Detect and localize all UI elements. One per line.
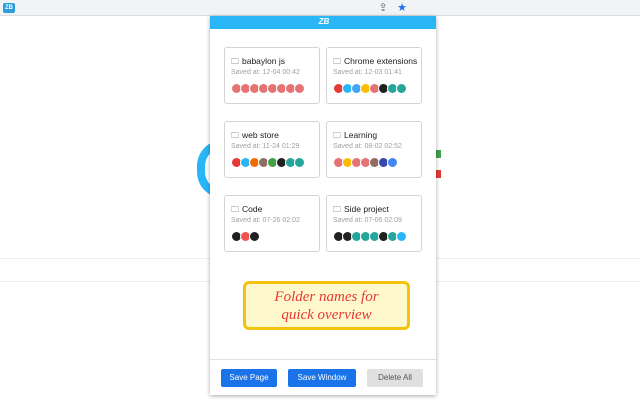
folder-saved-time: Saved at: 11-24 01:29: [231, 143, 300, 150]
folder-icon: 🗀: [231, 57, 239, 66]
popup-header: ZB: [210, 16, 436, 29]
folder-icon: 🗀: [231, 205, 239, 214]
folder-icon: 🗀: [333, 131, 341, 140]
favicon-icon: [294, 83, 305, 94]
folder-name: Chrome extensions: [344, 56, 418, 66]
folder-favicons: [231, 83, 305, 95]
extension-logo-icon: ZB: [3, 3, 15, 13]
bookmark-star-icon[interactable]: ★: [395, 1, 409, 15]
folder-name: Code: [242, 204, 263, 214]
browser-toolbar: ⇪ ★ ZB: [0, 0, 640, 16]
folder-icon: 🗀: [231, 131, 239, 140]
folder-favicons: [333, 83, 407, 95]
favicon-icon: [294, 157, 305, 168]
screen: ⇪ ★ ZB ZB 🗀 babaylon js Saved at: 12-04 0…: [0, 0, 640, 400]
save-window-button[interactable]: Save Window: [288, 369, 356, 387]
folder-card-web-store[interactable]: 🗀 web store Saved at: 11-24 01:29: [224, 121, 320, 178]
google-favicon-icon: [387, 157, 398, 168]
folder-saved-time: Saved at: 07-26 02:02: [231, 217, 300, 224]
favicon-icon: [249, 231, 260, 242]
folder-favicons: [231, 157, 305, 169]
folder-saved-time: Saved at: 08-02 02:52: [333, 143, 402, 150]
favicon-icon: [396, 83, 407, 94]
folder-name: Side project: [344, 204, 389, 214]
folder-icon: 🗀: [333, 57, 341, 66]
folder-name: web store: [242, 130, 279, 140]
save-page-button[interactable]: Save Page: [221, 369, 277, 387]
extension-popup: ZB 🗀 babaylon js Saved at: 12-04 00:42 🗀 C…: [210, 16, 436, 395]
background-page-graphic: [436, 170, 441, 178]
folder-saved-time: Saved at: 12-04 00:42: [231, 69, 300, 76]
annotation-callout: Folder names for quick overview: [243, 281, 410, 330]
zb-favicon-icon: [396, 231, 407, 242]
folder-saved-time: Saved at: 12-03 01:41: [333, 69, 402, 76]
callout-text-line-2: quick overview: [281, 307, 372, 323]
popup-logo: ZB: [318, 17, 330, 26]
delete-all-button[interactable]: Delete All: [367, 369, 423, 387]
callout-text-line-1: Folder names for: [274, 289, 379, 305]
folder-name: babaylon js: [242, 56, 286, 66]
folder-favicons: [333, 231, 407, 243]
folder-card-learning[interactable]: 🗀 Learning Saved at: 08-02 02:52: [326, 121, 422, 178]
folder-favicons: [231, 231, 260, 243]
folder-card-babaylon-js[interactable]: 🗀 babaylon js Saved at: 12-04 00:42: [224, 47, 320, 104]
folder-name: Learning: [344, 130, 378, 140]
background-page-graphic: [436, 150, 441, 158]
folder-card-chrome-extensions[interactable]: 🗀 Chrome extensions Saved at: 12-03 01:41: [326, 47, 422, 104]
folder-icon: 🗀: [333, 205, 341, 214]
folder-favicons: [333, 157, 398, 169]
folder-card-code[interactable]: 🗀 Code Saved at: 07-26 02:02: [224, 195, 320, 252]
share-icon[interactable]: ⇪: [376, 1, 390, 15]
folder-card-side-project[interactable]: 🗀 Side project Saved at: 07-06 02:09: [326, 195, 422, 252]
popup-footer: Save Page Save Window Delete All: [210, 359, 436, 395]
folder-saved-time: Saved at: 07-06 02:09: [333, 217, 402, 224]
